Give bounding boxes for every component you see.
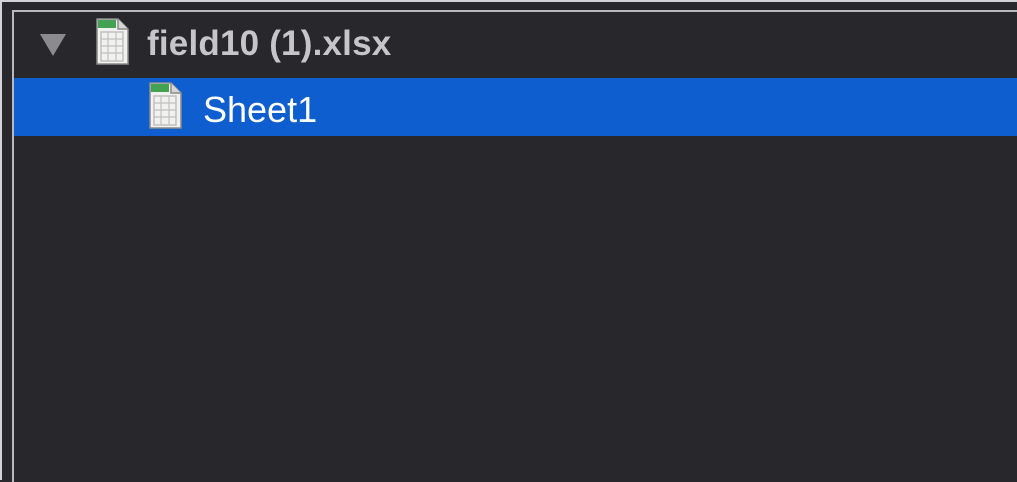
disclosure-triangle-icon[interactable] bbox=[40, 34, 66, 56]
tree-row-sheet[interactable]: Sheet1 bbox=[14, 78, 1017, 136]
file-name-label: field10 (1).xlsx bbox=[147, 24, 392, 63]
spreadsheet-sheet-icon bbox=[149, 82, 182, 129]
tree-row-file[interactable]: field10 (1).xlsx bbox=[14, 12, 1017, 76]
spreadsheet-file-icon bbox=[96, 18, 129, 65]
file-tree-panel: field10 (1).xlsx Sheet1 bbox=[0, 0, 1017, 482]
sheet-name-label: Sheet1 bbox=[203, 89, 318, 130]
